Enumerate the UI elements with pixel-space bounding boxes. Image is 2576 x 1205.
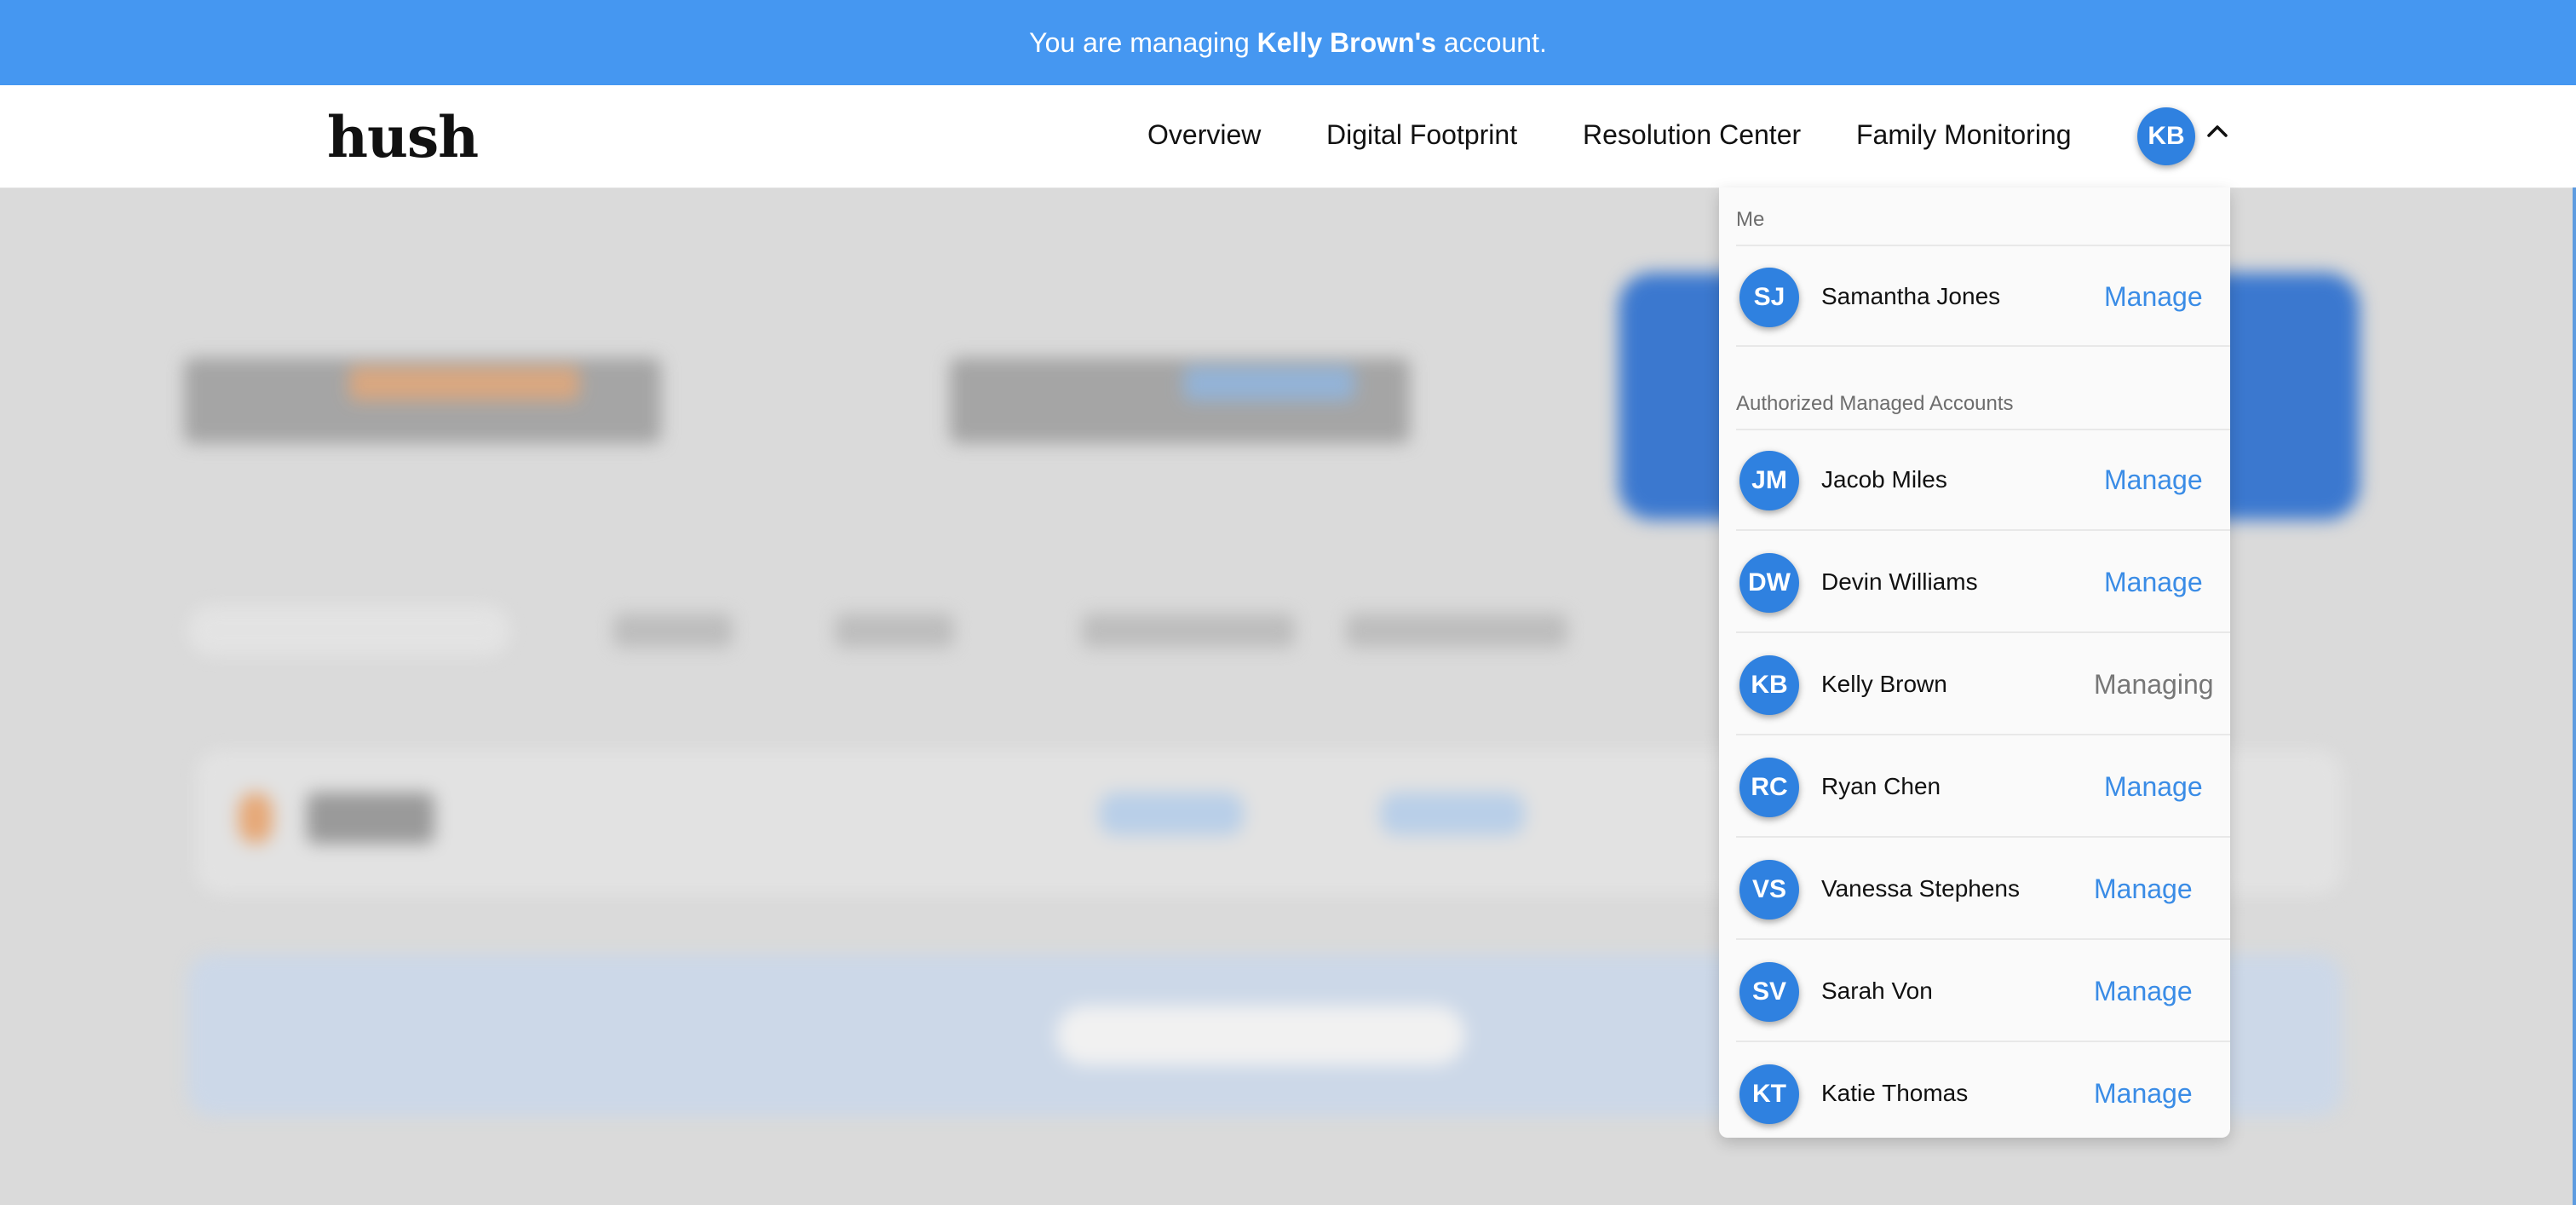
account-row-kelly-brown[interactable]: KB Kelly Brown Managing: [1719, 633, 2230, 734]
nav-overview[interactable]: Overview: [1147, 119, 1261, 151]
managed-accounts-section-label: Authorized Managed Accounts: [1736, 392, 2014, 415]
manage-link[interactable]: Manage: [2104, 281, 2203, 313]
account-name: Katie Thomas: [1821, 1080, 1969, 1106]
managing-account-banner: You are managing Kelly Brown's account.: [0, 0, 2576, 85]
divider: [1736, 345, 2230, 347]
nav-family-monitoring[interactable]: Family Monitoring: [1856, 119, 2072, 151]
manage-link[interactable]: Manage: [2104, 567, 2203, 598]
avatar: VS: [1739, 860, 1799, 920]
avatar: SJ: [1739, 268, 1799, 327]
account-name: Kelly Brown: [1821, 671, 1947, 697]
me-section-label: Me: [1736, 208, 1765, 231]
account-row-ryan-chen[interactable]: RC Ryan Chen Manage: [1719, 735, 2230, 836]
manage-link[interactable]: Manage: [2104, 464, 2203, 496]
banner-prefix: You are managing: [1029, 26, 1257, 58]
avatar: KB: [1739, 655, 1799, 715]
top-navbar: hush Overview Digital Footprint Resoluti…: [0, 85, 2576, 188]
chevron-up-icon[interactable]: [2206, 123, 2228, 140]
account-name: Vanessa Stephens: [1821, 875, 2020, 902]
avatar: SV: [1739, 962, 1799, 1022]
account-row-sarah-von[interactable]: SV Sarah Von Manage: [1719, 940, 2230, 1041]
account-name: Devin Williams: [1821, 568, 1978, 595]
banner-suffix: account.: [1435, 26, 1547, 58]
managing-status: Managing: [2094, 669, 2214, 700]
account-row-katie-thomas[interactable]: KT Katie Thomas Manage: [1719, 1042, 2230, 1143]
account-name: Ryan Chen: [1821, 773, 1941, 799]
account-name: Samantha Jones: [1821, 283, 2001, 309]
avatar: KT: [1739, 1064, 1799, 1124]
nav-digital-footprint[interactable]: Digital Footprint: [1326, 119, 1517, 151]
avatar: JM: [1739, 451, 1799, 510]
account-row-devin-williams[interactable]: DW Devin Williams Manage: [1719, 531, 2230, 631]
account-name: Jacob Miles: [1821, 466, 1947, 493]
manage-link[interactable]: Manage: [2094, 976, 2193, 1007]
hush-logo[interactable]: hush: [327, 104, 479, 170]
account-row-vanessa-stephens[interactable]: VS Vanessa Stephens Manage: [1719, 838, 2230, 938]
manage-link[interactable]: Manage: [2104, 771, 2203, 803]
manage-link[interactable]: Manage: [2094, 873, 2193, 905]
account-row-jacob-miles[interactable]: JM Jacob Miles Manage: [1719, 429, 2230, 529]
banner-account-name: Kelly Brown's: [1256, 26, 1436, 58]
avatar: DW: [1739, 553, 1799, 613]
manage-link[interactable]: Manage: [2094, 1078, 2193, 1110]
account-avatar-button[interactable]: KB: [2137, 107, 2195, 165]
account-row-me[interactable]: SJ Samantha Jones Manage: [1719, 245, 2230, 346]
scrollbar[interactable]: [2573, 187, 2576, 1205]
account-switcher-dropdown: Me SJ Samantha Jones Manage Authorized M…: [1719, 187, 2230, 1138]
avatar: RC: [1739, 758, 1799, 817]
account-name: Sarah Von: [1821, 977, 1933, 1004]
nav-resolution-center[interactable]: Resolution Center: [1583, 119, 1801, 151]
